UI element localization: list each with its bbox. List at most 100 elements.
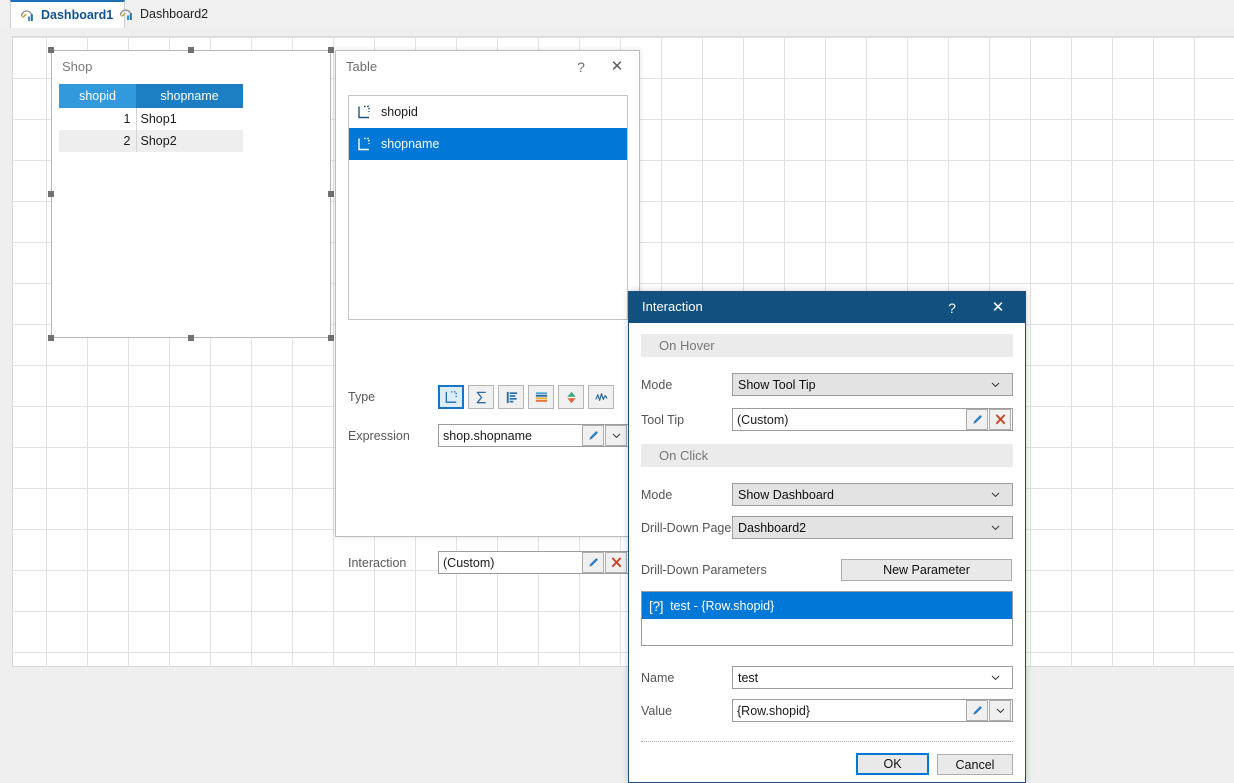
delete-x-icon	[995, 414, 1005, 425]
parameter-label: test - {Row.shopid}	[670, 598, 775, 613]
on-click-section-header: On Click	[641, 444, 1013, 467]
new-parameter-label: New Parameter	[883, 563, 970, 577]
type-bar-chart-button[interactable]	[498, 385, 524, 409]
resize-handle-nw[interactable]	[48, 47, 54, 53]
data-column-icon	[445, 390, 457, 403]
interaction-value: (Custom)	[443, 555, 495, 570]
chevron-down-icon	[612, 433, 620, 439]
column-list[interactable]: shopid shopname	[348, 95, 628, 320]
bar-chart-icon	[506, 391, 517, 403]
widget-title: Shop	[62, 59, 93, 74]
type-sum-button[interactable]	[468, 385, 494, 409]
ok-button[interactable]: OK	[856, 753, 929, 775]
chevron-down-icon	[990, 379, 1012, 390]
edit-pencil-button[interactable]	[582, 425, 604, 446]
dashboard-icon	[119, 7, 134, 21]
hover-mode-select[interactable]: Show Tool Tip	[732, 373, 1013, 396]
param-name-value: test	[738, 670, 759, 685]
type-sparkline-button[interactable]	[588, 385, 614, 409]
interaction-edit-button[interactable]	[582, 552, 604, 573]
interaction-label: Interaction	[348, 555, 407, 570]
list-item[interactable]: shopid	[349, 96, 627, 128]
chevron-down-icon	[990, 489, 1012, 500]
resize-handle-sw[interactable]	[48, 335, 54, 341]
resize-handle-s[interactable]	[188, 335, 194, 341]
drilldown-page-value: Dashboard2	[738, 520, 807, 535]
pencil-icon	[972, 706, 982, 715]
column-header-shopname[interactable]: shopname	[136, 84, 243, 108]
drilldown-page-label: Drill-Down Page	[641, 520, 732, 535]
expression-row: Expression shop.shopname	[348, 424, 629, 447]
list-item[interactable]: shopname	[349, 128, 627, 160]
chevron-down-icon	[990, 672, 1012, 683]
pencil-icon	[588, 431, 598, 440]
help-icon[interactable]: ?	[571, 57, 591, 77]
up-down-arrows-icon	[566, 391, 576, 403]
expression-label: Expression	[348, 428, 410, 443]
param-name-label: Name	[641, 670, 675, 685]
resize-handle-ne[interactable]	[328, 47, 334, 53]
tab-label: Dashboard1	[41, 8, 114, 22]
dashboard-icon	[20, 8, 35, 22]
new-parameter-button[interactable]: New Parameter	[841, 559, 1012, 581]
resize-handle-w[interactable]	[48, 191, 54, 197]
interaction-delete-button[interactable]	[605, 552, 627, 573]
pencil-icon	[972, 415, 982, 424]
parameter-list[interactable]: [?] test - {Row.shopid}	[641, 591, 1013, 646]
dialog-title: Interaction	[642, 299, 703, 314]
param-name-row: Name test	[641, 666, 1013, 689]
cell-shopid: 1	[59, 108, 137, 130]
list-item[interactable]: [?] test - {Row.shopid}	[642, 592, 1012, 619]
table-row[interactable]: 2 Shop2	[59, 130, 243, 152]
cell-shopname: Shop2	[136, 130, 243, 152]
chevron-down-icon	[990, 522, 1012, 533]
data-column-icon	[357, 105, 372, 120]
cancel-button[interactable]: Cancel	[937, 754, 1013, 775]
sigma-sum-icon	[476, 391, 486, 403]
type-label: Type	[348, 390, 376, 404]
column-header-shopid[interactable]: shopid	[59, 84, 136, 108]
shop-table-widget[interactable]: Shop shopid shopname 1 Shop1 2 Shop2	[51, 50, 331, 338]
tooltip-edit-button[interactable]	[966, 409, 988, 430]
param-value-label: Value	[641, 703, 673, 718]
type-up-down-arrows-button[interactable]	[558, 385, 584, 409]
tab-dashboard1[interactable]: Dashboard1	[10, 0, 126, 28]
click-mode-value: Show Dashboard	[738, 487, 834, 502]
tooltip-row: Tool Tip (Custom)	[641, 408, 1013, 431]
param-name-select[interactable]: test	[732, 666, 1013, 689]
tooltip-input[interactable]: (Custom)	[732, 408, 1013, 431]
param-value-dropdown-button[interactable]	[989, 700, 1011, 721]
table-dialog-titlebar[interactable]: Table ? ✕	[336, 51, 639, 83]
close-icon[interactable]: ✕	[607, 57, 627, 77]
expression-input[interactable]: shop.shopname	[438, 424, 629, 447]
dialog-title: Table	[346, 59, 378, 74]
interaction-input[interactable]: (Custom)	[438, 551, 629, 574]
resize-handle-se[interactable]	[328, 335, 334, 341]
tooltip-delete-button[interactable]	[989, 409, 1011, 430]
drilldown-params-label: Drill-Down Parameters	[641, 563, 767, 577]
expression-dropdown-button[interactable]	[605, 425, 627, 446]
stacked-bars-icon	[535, 391, 547, 402]
type-stacked-bars-button[interactable]	[528, 385, 554, 409]
type-data-column-button[interactable]	[438, 385, 464, 409]
param-value-input[interactable]: {Row.shopid}	[732, 699, 1013, 722]
resize-handle-e[interactable]	[328, 191, 334, 197]
data-column-icon	[357, 137, 372, 152]
widget-data-table: shopid shopname 1 Shop1 2 Shop2	[59, 84, 243, 152]
interaction-dialog-titlebar[interactable]: Interaction ? ✕	[629, 292, 1025, 323]
resize-handle-n[interactable]	[188, 47, 194, 53]
tab-label: Dashboard2	[140, 6, 209, 21]
dialog-separator	[641, 741, 1013, 743]
param-value-edit-button[interactable]	[966, 700, 988, 721]
close-icon[interactable]: ✕	[987, 297, 1009, 319]
cancel-label: Cancel	[955, 757, 995, 772]
drilldown-page-row: Drill-Down Page Dashboard2	[641, 516, 1013, 539]
click-mode-label: Mode	[641, 487, 673, 502]
drilldown-page-select[interactable]: Dashboard2	[732, 516, 1013, 539]
table-row[interactable]: 1 Shop1	[59, 108, 243, 130]
expression-value: shop.shopname	[443, 428, 532, 443]
help-icon[interactable]: ?	[941, 297, 963, 319]
tab-dashboard2[interactable]: Dashboard2	[110, 0, 219, 27]
type-button-group	[438, 385, 614, 409]
click-mode-select[interactable]: Show Dashboard	[732, 483, 1013, 506]
